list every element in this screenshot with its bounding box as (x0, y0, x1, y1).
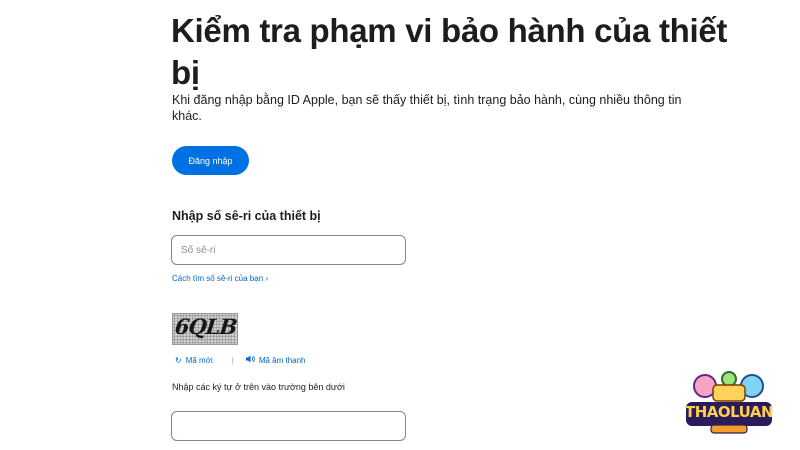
sign-in-button[interactable]: Đăng nhập (172, 146, 249, 175)
page-title: Kiểm tra phạm vi bảo hành của thiết bị (171, 12, 728, 91)
audio-code-label: Mã âm thanh (258, 355, 306, 365)
new-code-button[interactable]: ↻ Mã mới (175, 356, 213, 365)
captcha-separator: | (231, 355, 234, 365)
captcha-text: 6QLB (173, 314, 238, 339)
new-code-label: Mã mới (185, 355, 213, 365)
page-subtitle: Khi đăng nhập bằng ID Apple, bạn sẽ thấy… (172, 93, 682, 123)
captcha-input[interactable] (171, 411, 406, 441)
captcha-hint: Nhập các ký tự ở trên vào trường bên dướ… (172, 382, 345, 392)
speaker-icon (245, 355, 255, 365)
audio-code-button[interactable]: Mã âm thanh (245, 355, 306, 365)
refresh-icon: ↻ (175, 355, 182, 365)
serial-heading: Nhập số sê-ri của thiết bị (172, 209, 321, 223)
watermark-text: THAOLUAN (684, 403, 774, 421)
find-serial-link[interactable]: Cách tìm số sê-ri của bạn › (172, 274, 268, 283)
thaoluan-logo: THAOLUAN (683, 370, 775, 440)
serial-number-input[interactable] (171, 235, 406, 265)
captcha-actions: ↻ Mã mới | Mã âm thanh (175, 355, 306, 365)
captcha-image: 6QLB (172, 313, 238, 345)
